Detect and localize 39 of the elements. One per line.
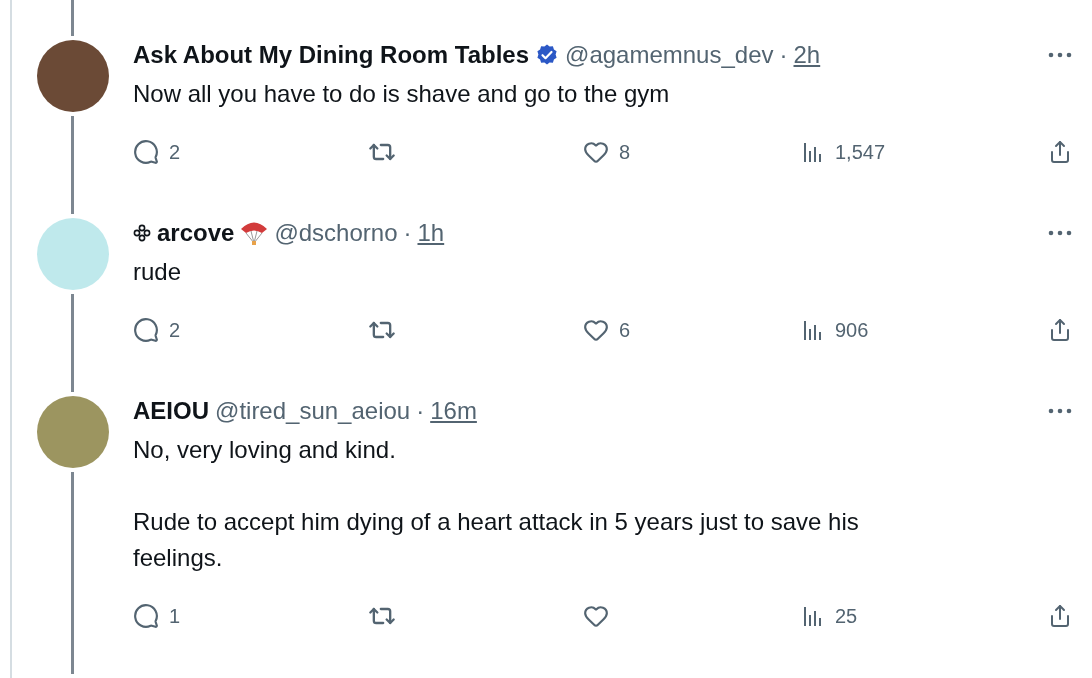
user-handle[interactable]: @tired_sun_aeiou [215, 396, 411, 426]
more-icon[interactable] [1048, 52, 1072, 58]
tweet-text: Now all you have to do is shave and go to the gym [133, 79, 671, 109]
like-icon[interactable] [583, 139, 609, 165]
like-icon[interactable] [583, 603, 609, 629]
reply-count: 1 [169, 604, 181, 629]
tweet-text: Rude to accept him dying of a heart attack in 5 years just to save his feelings. [133, 507, 860, 573]
more-icon[interactable] [1048, 230, 1072, 236]
separator: · [416, 396, 425, 426]
user-handle[interactable]: @dschorno [274, 218, 398, 248]
more-icon[interactable] [1048, 408, 1072, 414]
like-count: 8 [619, 140, 631, 165]
share-icon[interactable] [1048, 140, 1072, 164]
tweet-text: rude [133, 257, 183, 287]
timestamp-link[interactable]: 2h [793, 40, 821, 70]
timestamp-link[interactable]: 16m [430, 396, 477, 426]
separator: · [779, 40, 788, 70]
share-icon[interactable] [1048, 318, 1072, 342]
like-count: 6 [619, 318, 631, 343]
like-icon[interactable] [583, 317, 609, 343]
view-count: 1,547 [835, 140, 886, 165]
reply-icon[interactable] [133, 603, 159, 629]
reply-icon[interactable] [133, 317, 159, 343]
bar-chart-icon [803, 605, 821, 627]
reply-count: 2 [169, 318, 181, 343]
display-name[interactable]: AEIOU [133, 396, 209, 426]
display-name[interactable]: Ask About My Dining Room Tables [133, 40, 529, 70]
bar-chart-icon [803, 319, 821, 341]
reply-count: 2 [169, 140, 181, 165]
timestamp-link[interactable]: 1h [417, 218, 445, 248]
view-count: 25 [835, 604, 858, 629]
view-count: 906 [835, 318, 869, 343]
bar-chart-icon [803, 141, 821, 163]
separator: · [403, 218, 412, 248]
reply-icon[interactable] [133, 139, 159, 165]
share-icon[interactable] [1048, 604, 1072, 628]
tweet-text: No, very loving and kind. [133, 435, 397, 465]
display-name[interactable]: arcove [157, 218, 235, 248]
user-handle[interactable]: @agamemnus_dev [565, 40, 774, 70]
